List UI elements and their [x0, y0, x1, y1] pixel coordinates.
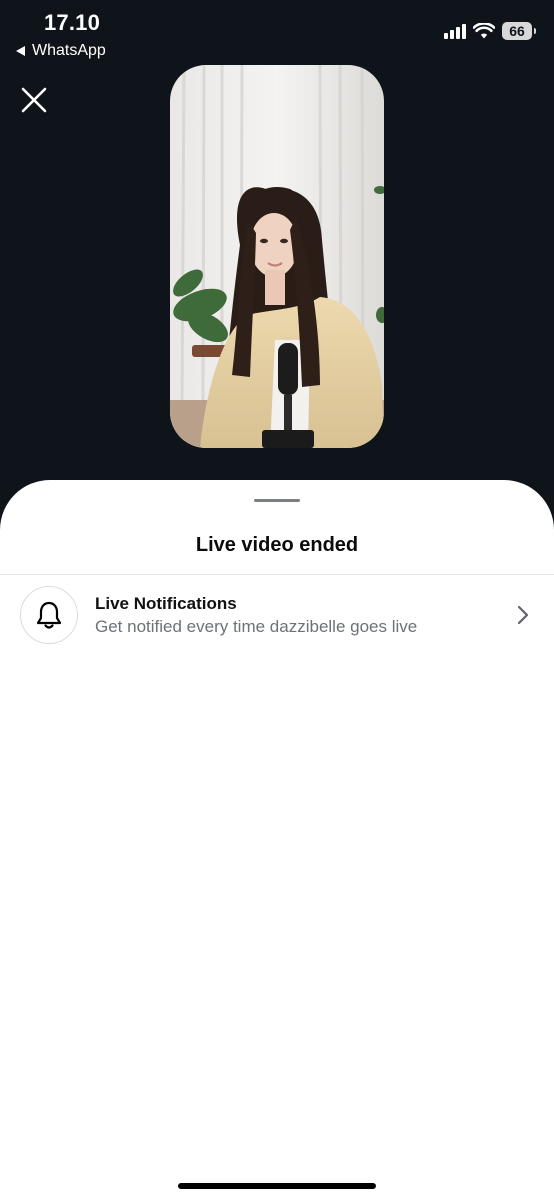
divider	[0, 574, 554, 575]
wifi-icon	[473, 23, 495, 39]
live-ended-sheet: Live video ended Live Notifications Get …	[0, 480, 554, 1200]
chevron-right-icon	[517, 605, 529, 625]
sheet-drag-handle[interactable]	[254, 499, 300, 502]
video-preview-image	[170, 65, 384, 448]
live-notifications-row[interactable]: Live Notifications Get notified every ti…	[0, 586, 554, 646]
notification-subtitle: Get notified every time dazzibelle goes …	[95, 617, 418, 636]
home-indicator[interactable]	[178, 1183, 376, 1189]
status-indicators: 66	[444, 22, 536, 40]
bell-icon	[36, 601, 62, 629]
back-triangle-icon	[16, 46, 25, 56]
status-time: 17.10	[44, 10, 101, 35]
back-app-label: WhatsApp	[32, 42, 106, 59]
signal-icon	[444, 23, 466, 39]
back-to-app-link[interactable]: WhatsApp	[16, 42, 106, 60]
battery-level: 66	[509, 23, 525, 39]
battery-icon: 66	[502, 22, 536, 40]
notification-title: Live Notifications	[95, 594, 237, 613]
sheet-title: Live video ended	[195, 534, 359, 556]
live-video-thumbnail	[170, 65, 384, 448]
close-icon[interactable]	[18, 84, 50, 116]
bell-icon-container	[20, 586, 78, 644]
